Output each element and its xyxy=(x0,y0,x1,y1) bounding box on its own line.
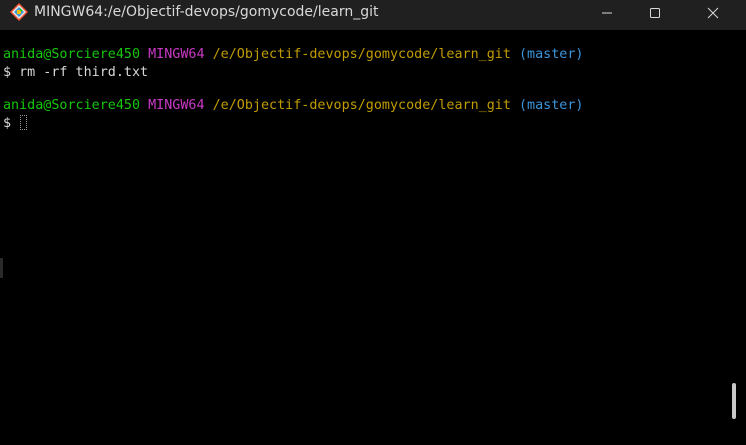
resize-edge xyxy=(0,258,3,278)
prompt-user-host: anida@Sorciere450 xyxy=(3,47,141,62)
maximize-icon xyxy=(650,8,660,18)
prompt-line: anida@Sorciere450 MINGW64 /e/Objectif-de… xyxy=(3,97,583,115)
minimize-icon xyxy=(602,12,612,14)
prompt-path: /e/Objectif-devops/gomycode/learn_git xyxy=(212,98,511,113)
text-cursor xyxy=(20,115,28,130)
close-button[interactable] xyxy=(690,0,736,26)
terminal-window: MINGW64:/e/Objectif-devops/gomycode/lear… xyxy=(0,0,746,445)
title-bar[interactable]: MINGW64:/e/Objectif-devops/gomycode/lear… xyxy=(0,0,746,30)
prompt-symbol: $ xyxy=(3,65,12,80)
prompt-path: /e/Objectif-devops/gomycode/learn_git xyxy=(212,47,511,62)
scrollbar-thumb[interactable] xyxy=(732,383,736,419)
prompt-line: anida@Sorciere450 MINGW64 /e/Objectif-de… xyxy=(3,46,583,64)
prompt-branch: (master) xyxy=(518,47,584,62)
prompt-shell: MINGW64 xyxy=(148,98,205,113)
command-line: $ rm -rf third.txt xyxy=(3,64,148,82)
maximize-button[interactable] xyxy=(632,0,678,26)
prompt-symbol: $ xyxy=(3,116,12,131)
input-line[interactable]: $ xyxy=(3,115,28,133)
prompt-branch: (master) xyxy=(518,98,584,113)
prompt-shell: MINGW64 xyxy=(148,47,205,62)
git-bash-icon xyxy=(10,3,28,21)
close-icon xyxy=(707,7,719,19)
window-title: MINGW64:/e/Objectif-devops/gomycode/lear… xyxy=(34,4,379,20)
command-text: rm -rf third.txt xyxy=(19,65,149,80)
terminal-output[interactable]: anida@Sorciere450 MINGW64 /e/Objectif-de… xyxy=(0,30,730,445)
prompt-user-host: anida@Sorciere450 xyxy=(3,98,141,113)
minimize-button[interactable] xyxy=(584,0,630,26)
